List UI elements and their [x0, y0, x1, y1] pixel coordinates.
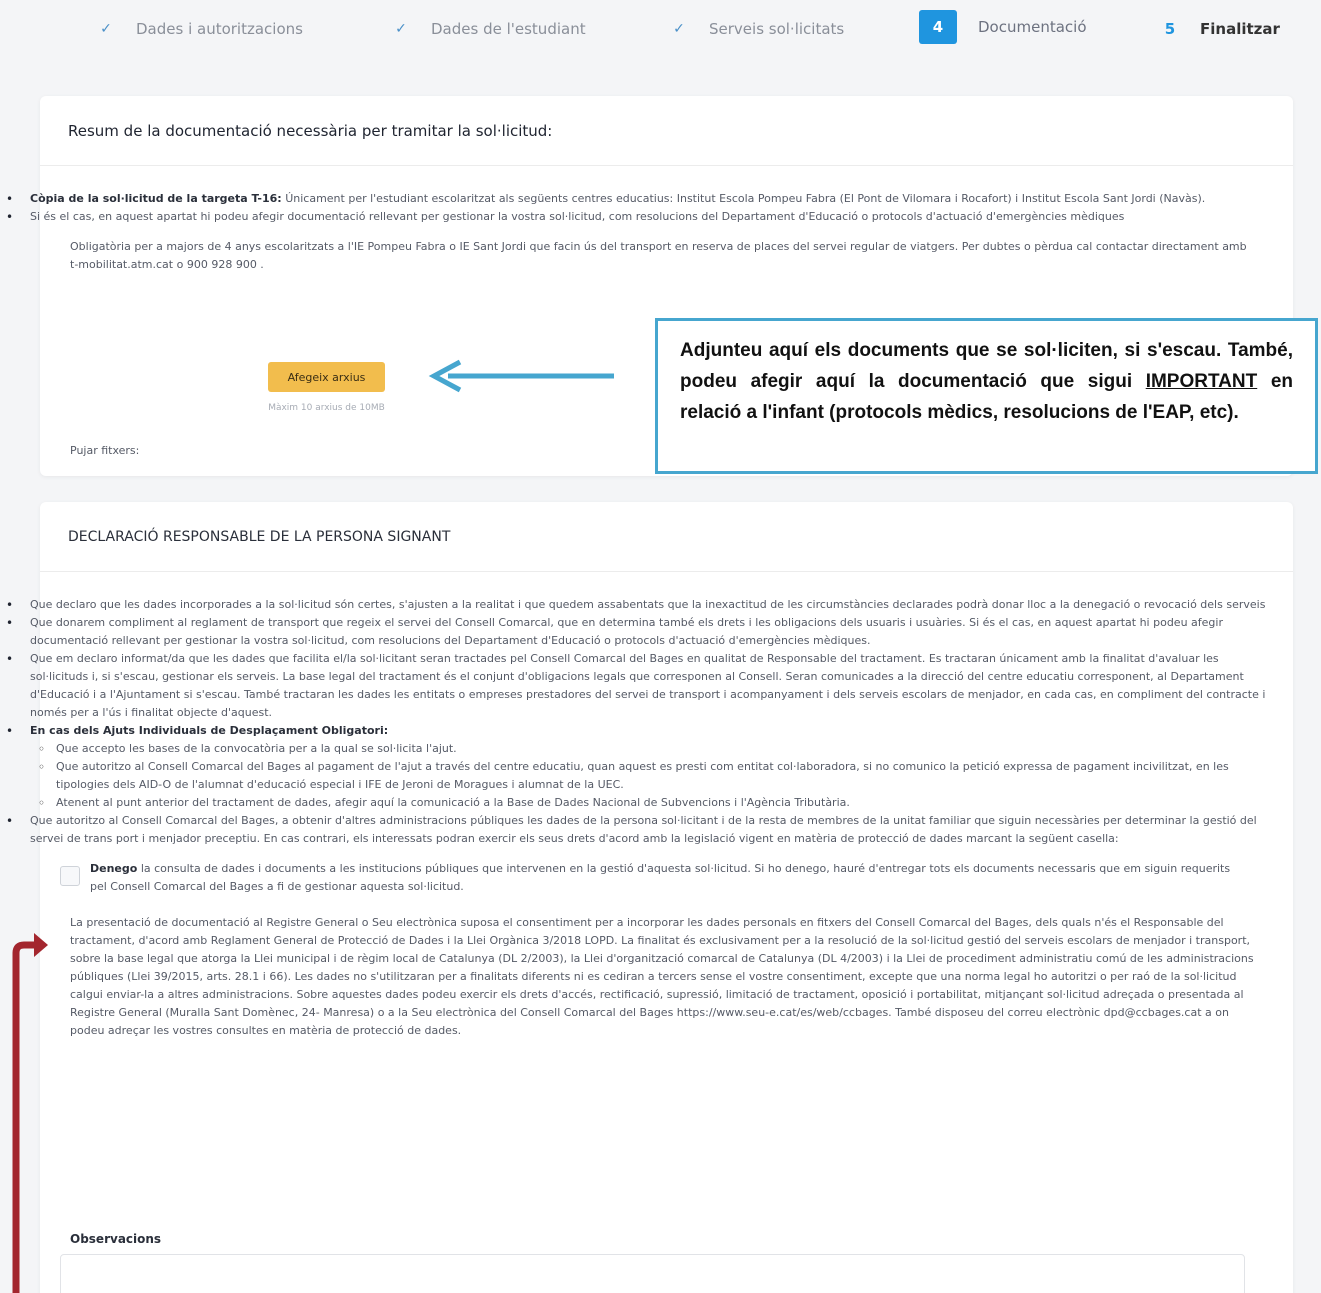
denego-lead: Denego: [90, 862, 138, 875]
check-icon: ✓: [673, 21, 685, 37]
denego-row: Denego la consulta de dades i documents …: [40, 860, 1293, 896]
step-label: Serveis sol·licitats: [709, 20, 845, 38]
denego-checkbox[interactable]: [60, 866, 80, 886]
step-label: Dades i autoritzacions: [136, 20, 303, 38]
wizard-stepper: ✓ Dades i autoritzacions ✓ Dades de l'es…: [0, 0, 1321, 58]
step-documentacio[interactable]: 4 Documentació: [919, 10, 1087, 44]
privacy-text: La presentació de documentació al Regist…: [70, 916, 1254, 1037]
documentation-hint-text: Si és el cas, en aquest apartat hi podeu…: [30, 210, 1125, 223]
list-item: Si és el cas, en aquest apartat hi podeu…: [0, 208, 1253, 226]
upload-limit-hint: Màxim 10 arxius de 10MB: [268, 403, 385, 413]
declaration-card-title: DECLARACIÓ RESPONSABLE DE LA PERSONA SIG…: [40, 502, 1293, 572]
declaration-list: Que declaro que les dades incorporades a…: [0, 596, 1293, 848]
annotation-arrow-icon: [428, 359, 614, 393]
list-item: Que declaro que les dades incorporades a…: [0, 596, 1273, 614]
step-dades-estudiant[interactable]: ✓ Dades de l'estudiant: [389, 14, 586, 44]
list-item: Que donarem compliment al reglament de t…: [0, 614, 1273, 650]
documentation-card-title: Resum de la documentació necessària per …: [40, 96, 1293, 166]
ajuts-sublist: Que accepto les bases de la convocatòria…: [30, 740, 1273, 812]
upload-label: Pujar fitxers:: [70, 444, 140, 457]
step-label: Dades de l'estudiant: [431, 20, 586, 38]
check-icon: ✓: [395, 21, 407, 37]
declaration-card-body: Que declaro que les dades incorporades a…: [6, 572, 1293, 1293]
list-item: Que em declaro informat/da que les dades…: [0, 650, 1273, 722]
step-serveis-sollicitats[interactable]: ✓ Serveis sol·licitats: [667, 14, 844, 44]
t16-text: Únicament per l'estudiant escolaritzat a…: [281, 192, 1206, 205]
step-label: Documentació: [978, 18, 1087, 36]
check-icon: ✓: [100, 21, 112, 37]
sub-list-item: Que accepto les bases de la convocatòria…: [30, 740, 1273, 758]
obligatory-text: Obligatòria per a majors de 4 anys escol…: [70, 240, 1247, 271]
list-item: En cas dels Ajuts Individuals de Desplaç…: [0, 722, 1273, 812]
sub-list-item: Atenent al punt anterior del tractament …: [30, 794, 1273, 812]
documentation-card-body: Còpia de la sol·licitud de la targeta T-…: [6, 166, 1293, 457]
step-label: Finalitzar: [1200, 20, 1280, 38]
observations-label: Observacions: [70, 1232, 162, 1246]
declaration-card: DECLARACIÓ RESPONSABLE DE LA PERSONA SIG…: [6, 502, 1293, 1293]
note-important: IMPORTANT: [1145, 371, 1258, 392]
annotation-note-box: Adjunteu aquí els documents que se sol·l…: [655, 318, 1318, 474]
observations-textarea[interactable]: [60, 1254, 1245, 1293]
sub-list-item: Que autoritzo al Consell Comarcal del Ba…: [30, 758, 1273, 794]
denego-text: la consulta de dades i documents a les i…: [90, 862, 1231, 893]
add-files-button[interactable]: Afegeix arxius: [268, 362, 385, 392]
list-item: Que autoritzo al Consell Comarcal del Ba…: [0, 812, 1273, 848]
t16-lead: Còpia de la sol·licitud de la targeta T-…: [30, 192, 282, 205]
step-number-badge: 4: [919, 10, 957, 44]
step-finalitzar[interactable]: 5 Finalitzar: [1158, 14, 1280, 44]
ajuts-lead: En cas dels Ajuts Individuals de Desplaç…: [30, 724, 389, 737]
step-number: 5: [1164, 20, 1176, 38]
list-item: Còpia de la sol·licitud de la targeta T-…: [0, 190, 1253, 208]
documents-list: Còpia de la sol·licitud de la targeta T-…: [0, 190, 1293, 226]
step-dades-autoritzacions[interactable]: ✓ Dades i autoritzacions: [94, 14, 303, 44]
bracket-arrow-icon: [12, 933, 48, 1293]
